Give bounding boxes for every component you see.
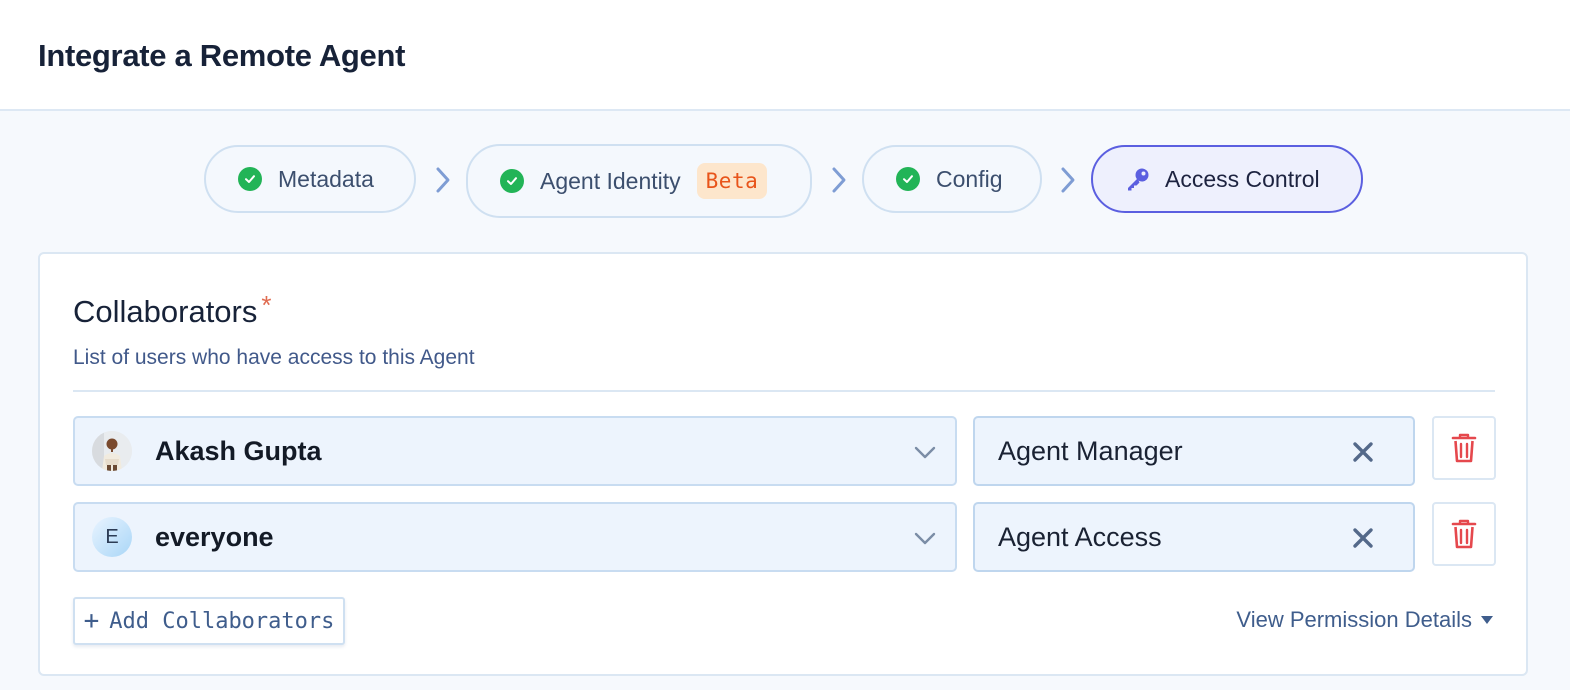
step-metadata[interactable]: Metadata — [204, 145, 416, 213]
user-name: everyone — [155, 522, 274, 552]
close-icon[interactable] — [1351, 440, 1375, 464]
chevron-right-icon — [832, 167, 846, 193]
plus-icon: + — [83, 606, 100, 636]
step-label: Config — [936, 165, 1003, 192]
view-permission-label: View Permission Details — [1236, 607, 1472, 632]
required-marker: * — [261, 290, 272, 320]
chevron-right-icon — [1061, 167, 1075, 193]
avatar: E — [92, 517, 132, 557]
page-header: Integrate a Remote Agent — [0, 0, 1570, 111]
step-label: Agent Identity — [540, 167, 681, 194]
trash-icon — [1451, 433, 1477, 463]
caret-down-icon — [1481, 616, 1493, 624]
check-circle-icon — [238, 167, 262, 191]
delete-button[interactable] — [1432, 416, 1496, 480]
step-config[interactable]: Config — [862, 145, 1042, 213]
step-label: Access Control — [1165, 165, 1320, 192]
chevron-down-icon[interactable] — [913, 442, 937, 462]
user-name: Akash Gupta — [155, 436, 322, 466]
check-circle-icon — [500, 169, 524, 193]
user-select-akash[interactable]: Akash Gupta — [73, 416, 957, 486]
step-agent-identity[interactable]: Agent Identity Beta — [466, 144, 812, 218]
chevron-down-icon[interactable] — [913, 528, 937, 548]
step-label: Metadata — [278, 165, 374, 192]
step-access-control[interactable]: Access Control — [1091, 145, 1363, 213]
check-circle-icon — [896, 167, 920, 191]
chevron-right-icon — [436, 167, 450, 193]
collaborators-title: Collaborators — [73, 294, 258, 329]
role-value: Agent Manager — [998, 436, 1183, 466]
role-value: Agent Access — [998, 522, 1162, 552]
close-icon[interactable] — [1351, 526, 1375, 550]
add-collaborators-button[interactable]: + Add Collaborators — [73, 597, 345, 645]
section-subtitle: List of users who have access to this Ag… — [73, 346, 475, 369]
delete-button[interactable] — [1432, 502, 1496, 566]
divider — [73, 390, 1495, 392]
key-icon — [1128, 168, 1149, 191]
role-field-agent-manager[interactable]: Agent Manager — [973, 416, 1415, 486]
section-title: Collaborators * — [73, 290, 272, 330]
role-field-agent-access[interactable]: Agent Access — [973, 502, 1415, 572]
add-collaborators-label: Add Collaborators — [109, 608, 335, 634]
user-select-everyone[interactable]: E everyone — [73, 502, 957, 572]
collaborators-card: Collaborators * List of users who have ac… — [38, 252, 1528, 676]
view-permission-details-link[interactable]: View Permission Details — [1236, 607, 1494, 633]
page-title: Integrate a Remote Agent — [38, 38, 406, 73]
trash-icon — [1451, 519, 1477, 549]
beta-badge: Beta — [696, 163, 768, 199]
stepper: Metadata Agent Identity Beta Config Acce… — [0, 144, 1570, 219]
avatar — [92, 431, 132, 471]
